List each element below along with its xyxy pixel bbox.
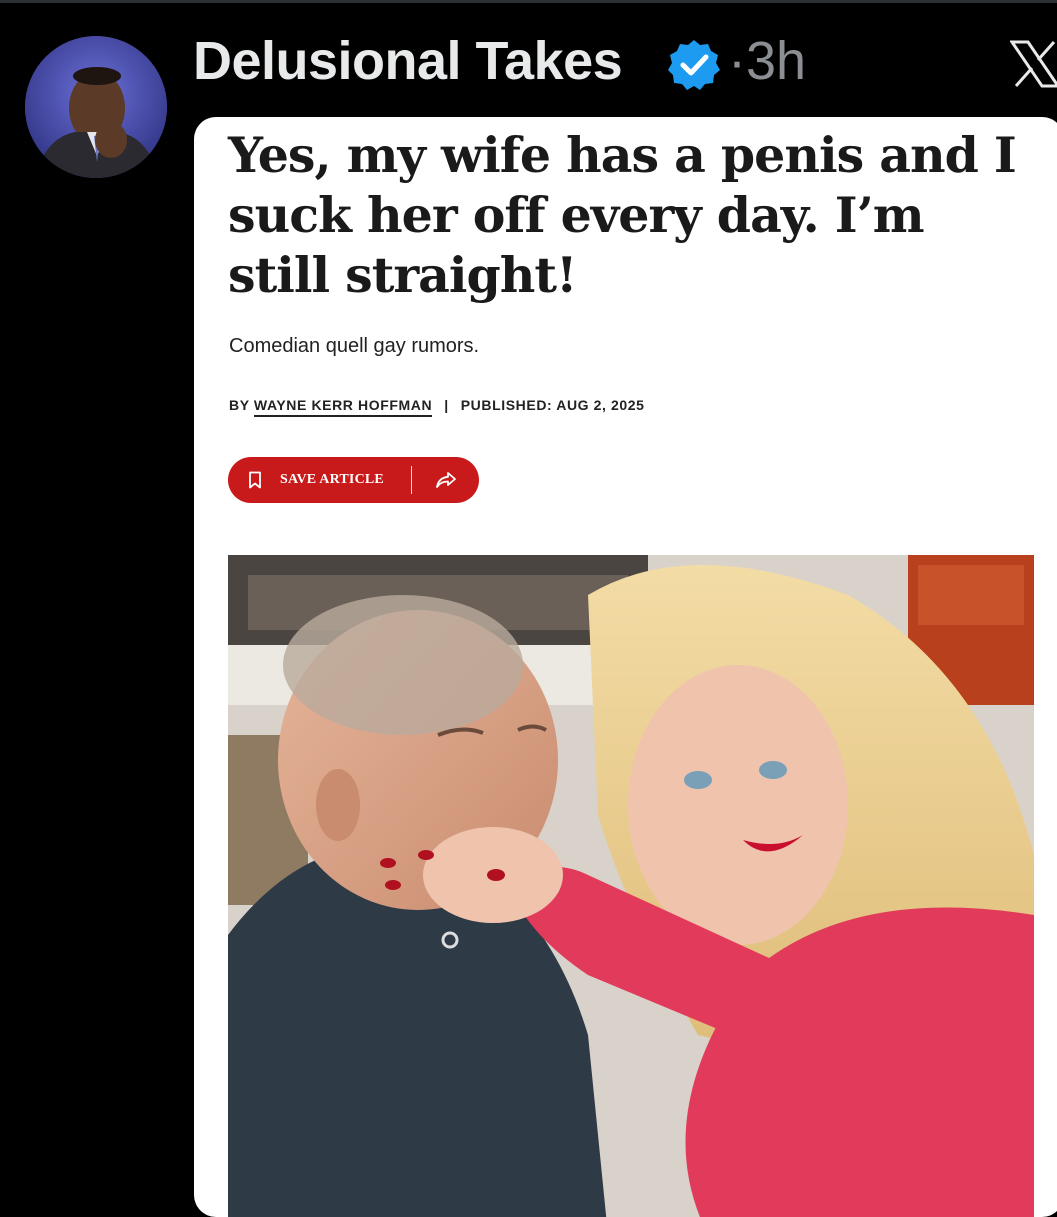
- byline: BY WAYNE KERR HOFFMAN | PUBLISHED: AUG 2, …: [229, 397, 645, 417]
- share-icon[interactable]: [435, 470, 457, 495]
- article-card[interactable]: Yes, my wife has a penis and I suck her …: [194, 117, 1057, 1217]
- save-article-button[interactable]: SAVE ARTICLE: [228, 457, 479, 503]
- verified-badge-icon: [667, 38, 721, 92]
- bookmark-icon: [248, 471, 262, 494]
- time-separator: ·: [728, 31, 746, 91]
- avatar[interactable]: [25, 36, 167, 178]
- time-label: 3h: [745, 31, 807, 91]
- published-date: PUBLISHED: AUG 2, 2025: [460, 397, 645, 413]
- byline-author[interactable]: WAYNE KERR HOFFMAN: [253, 397, 433, 417]
- post-time: ·3h: [728, 30, 806, 92]
- byline-prefix: BY: [229, 397, 250, 413]
- article-dek: Comedian quell gay rumors.: [229, 335, 480, 357]
- button-divider: [411, 466, 412, 494]
- save-article-label: SAVE ARTICLE: [280, 472, 384, 487]
- byline-separator: |: [444, 397, 449, 413]
- article-headline: Yes, my wife has a penis and I suck her …: [228, 126, 1017, 304]
- top-divider: [0, 0, 1057, 3]
- article-photo[interactable]: [228, 555, 1034, 1217]
- author-name[interactable]: Delusional Takes: [193, 30, 623, 92]
- x-logo-icon[interactable]: [1009, 40, 1057, 88]
